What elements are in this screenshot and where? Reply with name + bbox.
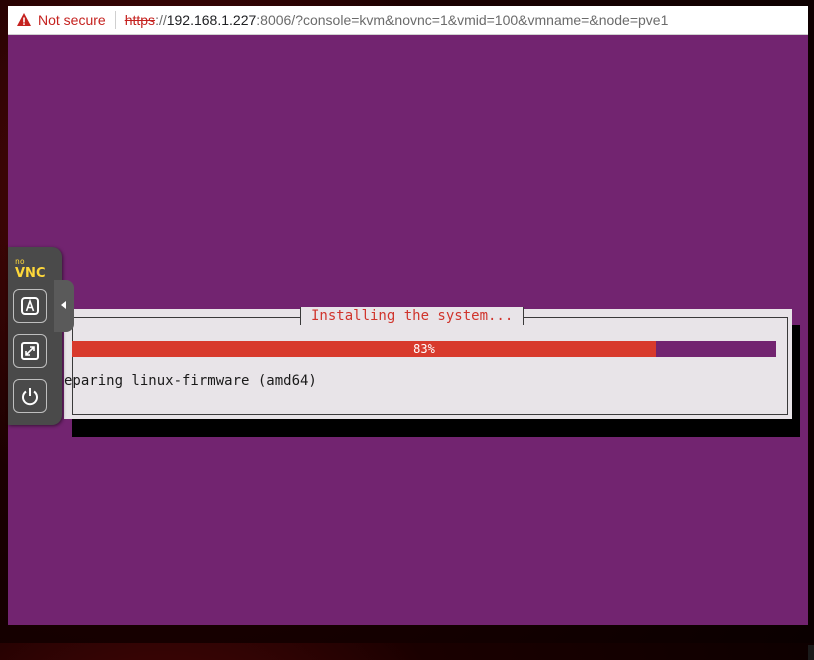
url-divider — [114, 11, 116, 29]
fullscreen-icon — [21, 342, 39, 360]
progress-label: 83% — [413, 342, 435, 356]
panel-collapse-handle[interactable] — [54, 280, 74, 332]
install-progress-dialog: Installing the system... 83% eparing lin… — [64, 307, 792, 419]
dialog-title: Installing the system... — [300, 307, 525, 325]
novnc-control-panel: no VNC — [8, 247, 62, 425]
security-label[interactable]: Not secure — [38, 12, 106, 28]
collapse-arrow-icon — [61, 301, 66, 309]
svg-text:no: no — [15, 257, 25, 266]
dialog-frame — [72, 317, 788, 415]
url-host: 192.168.1.227 — [166, 12, 257, 28]
fullscreen-button[interactable] — [13, 334, 47, 368]
warning-icon — [17, 13, 31, 26]
vnc-console-screen[interactable]: Installing the system... 83% eparing lin… — [8, 35, 814, 660]
progress-bar: 83% — [72, 341, 776, 357]
scrollbar-corner — [808, 645, 814, 660]
status-text: eparing linux-firmware (amd64) — [64, 373, 317, 389]
extra-keys-button[interactable] — [13, 289, 47, 323]
novnc-logo-text: VNC — [15, 266, 45, 279]
keyboard-a-icon — [21, 297, 39, 315]
power-button[interactable] — [13, 379, 47, 413]
url-scheme: https — [124, 12, 156, 28]
url-path: :8006/?console=kvm&novnc=1&vmid=100&vmna… — [256, 12, 669, 28]
address-bar[interactable]: Not secure https://192.168.1.227:8006/?c… — [8, 6, 808, 35]
url-text[interactable]: https://192.168.1.227:8006/?console=kvm&… — [125, 12, 669, 28]
power-icon — [22, 388, 38, 406]
url-scheme-separator: :// — [155, 12, 167, 28]
novnc-logo: no VNC — [15, 257, 45, 279]
